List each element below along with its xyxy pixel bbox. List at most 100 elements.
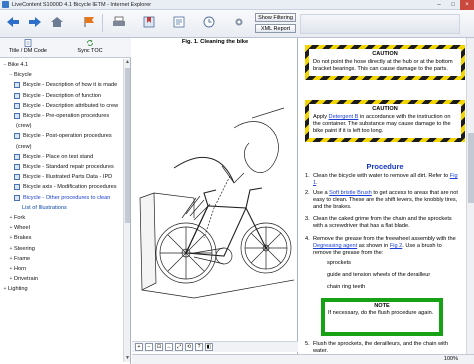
toc-scrollbar[interactable]: ▲ ▼ [123,59,130,362]
history-icon[interactable] [200,14,218,30]
procedure-scroll-thumb[interactable] [468,133,474,203]
toc-item-label: Fork [14,215,26,221]
toc-item[interactable]: List of Illustrations [0,204,67,212]
detergent-link[interactable]: Detergent B [329,114,359,120]
forward-icon[interactable] [26,14,44,30]
toc-item-label: Bicycle - Pre-operation procedures [23,113,110,119]
app-window: LiveContent S1000D 4.1 Bicycle IETM - In… [0,0,474,364]
toc-item-label: Lighting [8,286,28,293]
annotation-icon[interactable] [170,14,188,30]
toc-item[interactable]: + Brakes [0,234,32,242]
step-2: 2. Use a Soft bristle Brush to get acces… [305,190,458,210]
toc-item[interactable]: Bicycle - Illustrated Parts Data - IPD [0,173,112,181]
toc-item-label: Bicycle axis - Modification procedures [23,184,117,191]
toc-item[interactable]: Bicycle - Description attributed to crew [0,102,118,110]
toc-item-label: Bike 4.1 [8,62,29,68]
help-icon[interactable]: ? [195,343,203,351]
flag-icon[interactable] [80,14,98,30]
procedure-heading: Procedure [366,162,404,171]
toc-item[interactable]: Bicycle - Other procedures to clean [0,194,110,202]
fullscreen-icon[interactable]: ⤢ [175,343,183,351]
degreasing-agent-link[interactable]: Degreasing agent [313,243,357,249]
soft-bristle-brush-link[interactable]: Soft bristle Brush [329,190,372,196]
toc-item[interactable]: (crew) [0,143,32,151]
window-controls: – □ × [432,0,474,10]
fit-icon[interactable]: ⊡ [155,343,163,351]
bullet-sprockets: sprockets [327,260,351,266]
toc-item[interactable]: Bicycle - Description of function [0,92,101,100]
toc-item[interactable]: + Wheel [0,224,30,232]
layers-icon[interactable]: ◧ [205,343,213,351]
toc-item[interactable]: − Bicycle [0,71,32,79]
ie-icon [2,1,9,8]
toc-item[interactable]: + Fork [0,214,26,222]
step-1: 1. Clean the bicycle with water to remov… [305,173,458,186]
bullet-derailleur: guide and tension wheels of the deraille… [327,272,431,278]
pan-icon[interactable]: ↔ [165,343,173,351]
toc-item-label: Bicycle - Description attributed to crew [23,102,119,109]
toc-item[interactable]: (crew) [0,122,32,130]
figure-title: Fig. 1. Cleaning the bike [181,39,249,45]
toc-item[interactable]: + Frame [0,255,31,263]
title-bar: LiveContent S1000D 4.1 Bicycle IETM - In… [0,0,474,10]
toc-item-label: Brakes [14,235,32,242]
toc-item[interactable]: + Steering [0,245,35,253]
toc-item[interactable]: Bicycle - Post-operation procedures [0,132,112,140]
sync-icon [87,40,93,46]
toc-item-label: Bicycle - Post-operation procedures [23,133,112,140]
toc-item-label: Wheel [14,225,30,232]
zoom-out-icon[interactable]: − [145,343,153,351]
data-module-icon [14,153,20,160]
toc-item[interactable]: Bicycle axis - Modification procedures [0,183,117,191]
bookmark-icon[interactable] [140,14,158,30]
caution-heading-2: CAUTION [372,106,398,112]
toc-item[interactable]: Bicycle - Standard repair procedures [0,163,114,171]
xml-report-button[interactable]: XML Report [255,24,296,33]
grease-bullet-list: sprockets guide and tension wheels of th… [327,260,457,296]
toc-item-label: Horn [14,266,27,272]
fig-2-link[interactable]: Fig 2 [390,243,402,249]
show-filtering-button[interactable]: Show Filtering [255,13,296,22]
home-icon[interactable] [48,14,66,30]
maximize-icon[interactable]: □ [446,0,460,10]
toc-scroll-thumb[interactable] [125,68,130,223]
toc-item[interactable]: + Lighting [0,285,28,293]
tab-title-dm-code-label: Title / DM Code [8,48,47,54]
toc-item-label: (crew) [16,143,32,150]
zoom-level[interactable]: 100% [444,356,458,362]
toc-pane: Title / DM Code Sync TOC − Bike 4.1 − Bicyc… [0,38,131,364]
close-icon[interactable]: × [460,0,474,10]
toc-item[interactable]: + Horn [0,265,27,273]
figure-pane: Fig. 1. Cleaning the bike + − ⊡ ↔ ⤢ ⟲ ? … [132,38,298,354]
zoom-in-icon[interactable]: + [135,343,143,351]
window-title: LiveContent S1000D 4.1 Bicycle IETM - In… [12,1,152,8]
rotate-icon[interactable]: ⟲ [185,343,193,351]
minimize-icon[interactable]: – [432,0,446,10]
toc-item[interactable]: Bicycle - Place on test stand [0,153,93,161]
data-module-icon [14,194,20,201]
data-module-icon [14,164,20,170]
toc-item[interactable]: Bicycle - Description of how it is made [0,81,117,89]
tab-sync-toc[interactable]: Sync TOC [74,39,106,57]
procedure-scrollbar[interactable] [466,38,474,354]
settings-icon[interactable] [230,14,248,30]
toc-item[interactable]: − Bike 4.1 [0,61,29,69]
bullet-chain-ring: chain ring teeth [327,284,366,290]
caution-box-2: CAUTION Apply Detergent B in accordance … [305,100,465,142]
data-module-icon [14,184,20,191]
print-icon[interactable] [110,14,128,30]
bicycle-cleaning-illustration[interactable] [134,48,294,338]
toc-item[interactable]: Bicycle - Pre-operation procedures [0,112,109,120]
back-icon[interactable] [4,14,22,30]
toc-item-label: Bicycle - Illustrated Parts Data - IPD [23,174,113,181]
step-4: 4. Remove the grease from the freewheel … [305,236,456,256]
toc-tree: − Bike 4.1 − Bicycle Bicycle - Description o… [0,59,123,362]
toc-item[interactable]: + Drivetrain [0,275,38,283]
scroll-up-icon[interactable]: ▲ [124,59,131,66]
data-module-icon [14,102,20,109]
tab-title-dm-code[interactable]: Title / DM Code [6,39,50,57]
toolbar: Show Filtering XML Report [0,10,474,38]
scroll-down-icon[interactable]: ▼ [124,355,131,362]
step-5: 5. Flush the sprockets, the derailleurs,… [305,341,448,354]
toolbar-spacer [300,14,460,34]
